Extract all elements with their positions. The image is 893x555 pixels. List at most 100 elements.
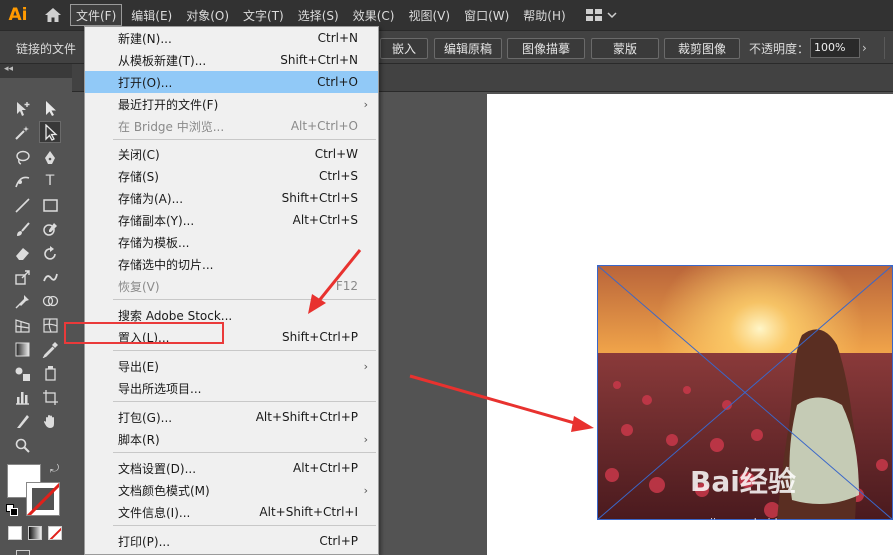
menu-document-color-mode[interactable]: 文档颜色模式(M) › bbox=[85, 479, 378, 501]
menu-save[interactable]: 存储(S) Ctrl+S bbox=[85, 165, 378, 187]
linked-file-label[interactable]: 链接的文件 bbox=[16, 40, 76, 57]
puppet-warp-icon[interactable] bbox=[11, 290, 33, 312]
menu-new-from-template[interactable]: 从模板新建(T)... Shift+Ctrl+N bbox=[85, 49, 378, 71]
menu-document-setup[interactable]: 文档设置(D)... Alt+Ctrl+P bbox=[85, 457, 378, 479]
submenu-arrow-icon: › bbox=[363, 97, 368, 111]
menu-item-label: 导出(E) bbox=[118, 359, 159, 374]
home-icon[interactable] bbox=[36, 0, 70, 30]
hand-tool-icon[interactable] bbox=[39, 410, 61, 432]
artboard-icon[interactable] bbox=[39, 386, 61, 408]
menu-scripts[interactable]: 脚本(R) › bbox=[85, 428, 378, 450]
stroke-swatch[interactable] bbox=[26, 482, 60, 516]
menu-item-shortcut: Ctrl+S bbox=[318, 169, 358, 183]
draw-mode-icon[interactable] bbox=[16, 550, 30, 555]
menu-effect[interactable]: 效果(C) bbox=[348, 4, 400, 26]
none-mode-icon[interactable] bbox=[48, 526, 62, 540]
magic-wand-icon[interactable] bbox=[11, 121, 33, 143]
file-menu-dropdown: 新建(N)... Ctrl+N 从模板新建(T)... Shift+Ctrl+N 打… bbox=[84, 26, 379, 555]
mask-button[interactable]: 蒙版 bbox=[591, 38, 659, 59]
rotate-tool-icon[interactable] bbox=[39, 242, 61, 264]
menu-item-label: 在 Bridge 中浏览... bbox=[118, 119, 225, 134]
menu-item-label: 搜索 Adobe Stock... bbox=[118, 308, 233, 323]
menu-open[interactable]: 打开(O)... Ctrl+O bbox=[85, 71, 378, 93]
line-tool-icon[interactable] bbox=[11, 194, 33, 216]
eyedropper-icon[interactable] bbox=[39, 338, 61, 360]
pen-tool-icon[interactable] bbox=[39, 146, 61, 168]
gradient-tool-icon[interactable] bbox=[11, 338, 33, 360]
live-paint-icon[interactable] bbox=[39, 362, 61, 384]
scale-tool-icon[interactable] bbox=[11, 266, 33, 288]
direct-selection-tool-icon[interactable] bbox=[39, 121, 61, 143]
menu-select[interactable]: 选择(S) bbox=[293, 4, 344, 26]
zoom-tool-icon[interactable] bbox=[11, 434, 33, 456]
menu-item-label: 打包(G)... bbox=[118, 410, 173, 425]
menu-export-selection[interactable]: 导出所选项目... bbox=[85, 377, 378, 399]
menu-item-label: 打开(O)... bbox=[118, 75, 173, 90]
watermark-logo: Bai经验 bbox=[690, 465, 796, 498]
menu-save-copy[interactable]: 存储副本(Y)... Alt+Ctrl+S bbox=[85, 209, 378, 231]
menu-window[interactable]: 窗口(W) bbox=[459, 4, 514, 26]
menu-item-label: 打印(P)... bbox=[118, 534, 171, 549]
menu-item-shortcut: Shift+Ctrl+P bbox=[282, 330, 358, 344]
shape-builder-icon[interactable] bbox=[39, 290, 61, 312]
eraser-tool-icon[interactable] bbox=[11, 242, 33, 264]
image-trace-button[interactable]: 图像描摹 bbox=[507, 38, 585, 59]
color-mode-icon[interactable] bbox=[8, 526, 22, 540]
menu-close[interactable]: 关闭(C) Ctrl+W bbox=[85, 143, 378, 165]
menu-object[interactable]: 对象(O) bbox=[181, 4, 234, 26]
menu-item-label: 脚本(R) bbox=[118, 432, 160, 447]
mesh-tool-icon[interactable] bbox=[39, 314, 61, 336]
menu-view[interactable]: 视图(V) bbox=[403, 4, 455, 26]
menu-file-info[interactable]: 文件信息(I)... Alt+Shift+Ctrl+I bbox=[85, 501, 378, 523]
workspace-switcher-icon[interactable] bbox=[581, 4, 621, 26]
collapse-icon[interactable]: ◂◂ bbox=[4, 64, 13, 74]
app-logo: Ai bbox=[8, 5, 28, 25]
rectangle-tool-icon[interactable] bbox=[39, 194, 61, 216]
submenu-arrow-icon: › bbox=[363, 359, 368, 373]
menu-item-label: 存储(S) bbox=[118, 169, 159, 184]
edit-original-button[interactable]: 编辑原稿 bbox=[434, 38, 502, 59]
artboard-tool-icon[interactable] bbox=[11, 97, 33, 119]
menu-print[interactable]: 打印(P)... Ctrl+P bbox=[85, 530, 378, 552]
menu-item-label: 关闭(C) bbox=[118, 147, 160, 162]
chevron-right-icon[interactable]: › bbox=[862, 38, 876, 58]
swap-fill-stroke-icon[interactable]: ⤾ bbox=[50, 462, 59, 476]
menu-export[interactable]: 导出(E) › bbox=[85, 355, 378, 377]
blend-tool-icon[interactable] bbox=[11, 362, 33, 384]
opacity-input[interactable]: 100% bbox=[810, 38, 860, 58]
menu-type[interactable]: 文字(T) bbox=[238, 4, 289, 26]
menu-save-selected-slices[interactable]: 存储选中的切片... bbox=[85, 253, 378, 275]
menu-separator bbox=[113, 139, 376, 140]
curvature-tool-icon[interactable] bbox=[11, 170, 33, 192]
menu-save-as[interactable]: 存储为(A)... Shift+Ctrl+S bbox=[85, 187, 378, 209]
shaper-tool-icon[interactable] bbox=[39, 218, 61, 240]
menu-item-shortcut: Alt+Shift+Ctrl+P bbox=[255, 410, 358, 424]
menu-recent-files[interactable]: 最近打开的文件(F) › bbox=[85, 93, 378, 115]
menu-package[interactable]: 打包(G)... Alt+Shift+Ctrl+P bbox=[85, 406, 378, 428]
menu-help[interactable]: 帮助(H) bbox=[518, 4, 570, 26]
lasso-tool-icon[interactable] bbox=[11, 146, 33, 168]
embed-button[interactable]: 嵌入 bbox=[380, 38, 428, 59]
annotation-highlight-box bbox=[64, 322, 224, 344]
graph-tool-icon[interactable] bbox=[11, 386, 33, 408]
menu-item-shortcut: Alt+Ctrl+P bbox=[293, 461, 358, 475]
perspective-grid-icon[interactable] bbox=[11, 314, 33, 336]
menu-save-as-template[interactable]: 存储为模板... bbox=[85, 231, 378, 253]
warp-tool-icon[interactable] bbox=[39, 266, 61, 288]
selection-tool-icon[interactable] bbox=[39, 97, 61, 119]
menu-item-shortcut: Ctrl+W bbox=[314, 147, 358, 161]
menu-new[interactable]: 新建(N)... Ctrl+N bbox=[85, 27, 378, 49]
tools-panel-header: ◂◂ bbox=[0, 64, 72, 78]
type-tool-icon[interactable]: T bbox=[39, 170, 61, 192]
menu-item-label: 存储副本(Y)... bbox=[118, 213, 195, 228]
menu-edit[interactable]: 编辑(E) bbox=[126, 4, 177, 26]
default-colors-icon[interactable] bbox=[6, 504, 18, 516]
crop-image-button[interactable]: 裁剪图像 bbox=[664, 38, 740, 59]
menu-separator bbox=[113, 452, 376, 453]
menu-item-label: 存储选中的切片... bbox=[118, 257, 214, 272]
paintbrush-tool-icon[interactable] bbox=[11, 218, 33, 240]
menu-file[interactable]: 文件(F) bbox=[70, 4, 123, 26]
slice-tool-icon[interactable] bbox=[11, 410, 33, 432]
menu-item-shortcut: Shift+Ctrl+S bbox=[281, 191, 358, 205]
gradient-mode-icon[interactable] bbox=[28, 526, 42, 540]
